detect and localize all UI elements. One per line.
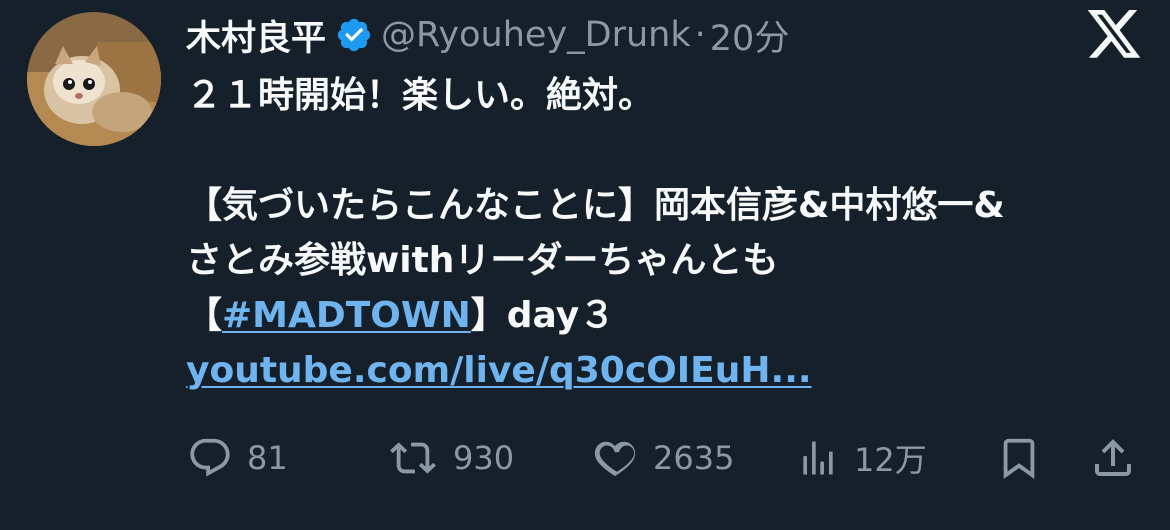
avatar-cat-photo (27, 12, 161, 146)
tweet-line: ２１時開始！楽しい。絶対。 (186, 75, 655, 116)
retweet-count: 930 (453, 439, 515, 477)
share-icon (1095, 439, 1131, 476)
verified-badge-icon (335, 16, 373, 54)
bracket-open: 【 (186, 295, 223, 336)
x-logo-icon[interactable] (1087, 10, 1143, 60)
views-count: 12万 (854, 441, 927, 479)
reply-icon (190, 438, 230, 477)
tweet-line: 【気づいたらこんなことに】岡本信彦&中村悠一& (186, 185, 1005, 226)
timestamp[interactable]: 20分 (710, 10, 790, 61)
reply-button[interactable]: 81 (187, 430, 288, 486)
tweet-header: 木村良平 @Ryouhey_Drunk · 20分 (186, 10, 789, 60)
youtube-link[interactable]: youtube.com/live/q30cOIEuH... (186, 350, 812, 391)
like-count: 2635 (653, 439, 735, 477)
heart-icon (594, 441, 636, 477)
separator-dot: · (694, 15, 706, 55)
reply-count: 81 (247, 439, 288, 477)
action-bar: 81 930 2635 12万 (0, 430, 1170, 486)
tweet-line-link: youtube.com/live/q30cOIEuH... (186, 343, 1156, 398)
display-name[interactable]: 木村良平 (186, 10, 326, 61)
user-handle[interactable]: @Ryouhey_Drunk (381, 15, 691, 55)
share-button[interactable] (1089, 430, 1137, 486)
bookmark-button[interactable] (996, 430, 1042, 486)
hashtag-link[interactable]: #MADTOWN (222, 295, 471, 336)
retweet-button[interactable]: 930 (387, 430, 514, 486)
like-button[interactable]: 2635 (591, 430, 734, 486)
tweet-line: さとみ参戦withリーダーちゃんとも (186, 240, 779, 281)
bookmark-icon (1003, 438, 1035, 479)
tweet-text: ２１時開始！楽しい。絶対。 【気づいたらこんなことに】岡本信彦&中村悠一& さと… (186, 68, 1156, 398)
retweet-icon (390, 442, 436, 474)
avatar[interactable] (27, 12, 161, 146)
tweet-line-suffix: 】day３ (470, 295, 616, 336)
tweet-line-hashtag: 【#MADTOWN】day３ (186, 288, 1156, 343)
views-button[interactable]: 12万 (796, 430, 927, 486)
views-icon (803, 441, 833, 475)
